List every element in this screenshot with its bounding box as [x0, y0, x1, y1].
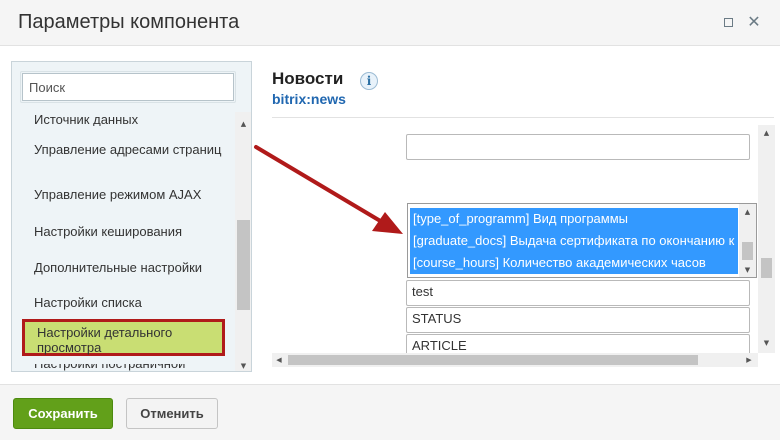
dialog-title: Параметры компонента	[18, 11, 240, 33]
scroll-right-icon[interactable]: ▶	[742, 356, 756, 364]
sidebar-item-page-addresses[interactable]: Управление адресами страниц	[34, 142, 224, 158]
properties-panel: [type_of_programm] Вид программы [gradua…	[272, 125, 775, 367]
dialog-footer: Сохранить Отменить	[0, 384, 780, 440]
info-icon[interactable]: i	[360, 72, 378, 90]
sidebar-scrollbar[interactable]: ▲ ▼	[235, 112, 251, 371]
text-field[interactable]: test	[406, 280, 750, 306]
sidebar-item-data-source[interactable]: Источник данных	[34, 112, 224, 126]
properties-scrollbar[interactable]: ▲ ▼	[758, 125, 775, 353]
scrollbar-thumb[interactable]	[742, 242, 753, 260]
sidebar-item-detail-view[interactable]: Настройки детального просмотра	[22, 319, 225, 356]
property-multiselect[interactable]: [type_of_programm] Вид программы [gradua…	[407, 203, 757, 278]
scroll-down-icon[interactable]: ▼	[235, 362, 251, 370]
divider	[272, 117, 774, 118]
settings-sidebar: Источник данных Управление адресами стра…	[11, 61, 252, 372]
close-icon[interactable]: ✕	[747, 14, 761, 30]
component-title: Новости	[272, 69, 344, 88]
list-item[interactable]: [type_of_programm] Вид программы	[410, 208, 738, 230]
scroll-left-icon[interactable]: ◀	[272, 356, 286, 364]
sidebar-item-ajax[interactable]: Управление режимом AJAX	[34, 187, 224, 203]
sidebar-item-caching[interactable]: Настройки кеширования	[34, 224, 224, 240]
scrollbar-thumb[interactable]	[761, 258, 772, 278]
scroll-up-icon[interactable]: ▲	[739, 208, 756, 216]
scroll-down-icon[interactable]: ▼	[739, 266, 756, 274]
sidebar-item-list[interactable]: Настройки списка	[34, 295, 224, 311]
scrollbar-thumb[interactable]	[288, 355, 698, 365]
scroll-up-icon[interactable]: ▲	[235, 120, 251, 128]
scrollbar-thumb[interactable]	[237, 220, 250, 310]
cancel-button[interactable]: Отменить	[126, 398, 218, 429]
sidebar-item-pagination[interactable]: Настройки постраничной навигации	[34, 364, 224, 371]
dialog-titlebar: Параметры компонента ✕	[0, 0, 780, 46]
list-item[interactable]: [graduate_docs] Выдача сертификата по ок…	[410, 230, 738, 252]
list-item[interactable]: [course_hours] Количество академических …	[410, 252, 738, 274]
sidebar-item-additional[interactable]: Дополнительные настройки	[34, 260, 224, 276]
component-code: bitrix:news	[272, 91, 346, 107]
sidebar-item-label: Настройки постраничной навигации	[34, 364, 185, 371]
maximize-icon[interactable]	[721, 15, 735, 29]
multiselect-scrollbar[interactable]: ▲ ▼	[739, 204, 756, 277]
text-field[interactable]: STATUS	[406, 307, 750, 333]
horizontal-scrollbar[interactable]: ◀ ▶	[272, 353, 758, 367]
empty-text-field[interactable]	[406, 134, 750, 160]
scroll-up-icon[interactable]: ▲	[758, 129, 775, 137]
search-input[interactable]	[22, 73, 234, 101]
scroll-down-icon[interactable]: ▼	[758, 339, 775, 347]
save-button[interactable]: Сохранить	[13, 398, 113, 429]
